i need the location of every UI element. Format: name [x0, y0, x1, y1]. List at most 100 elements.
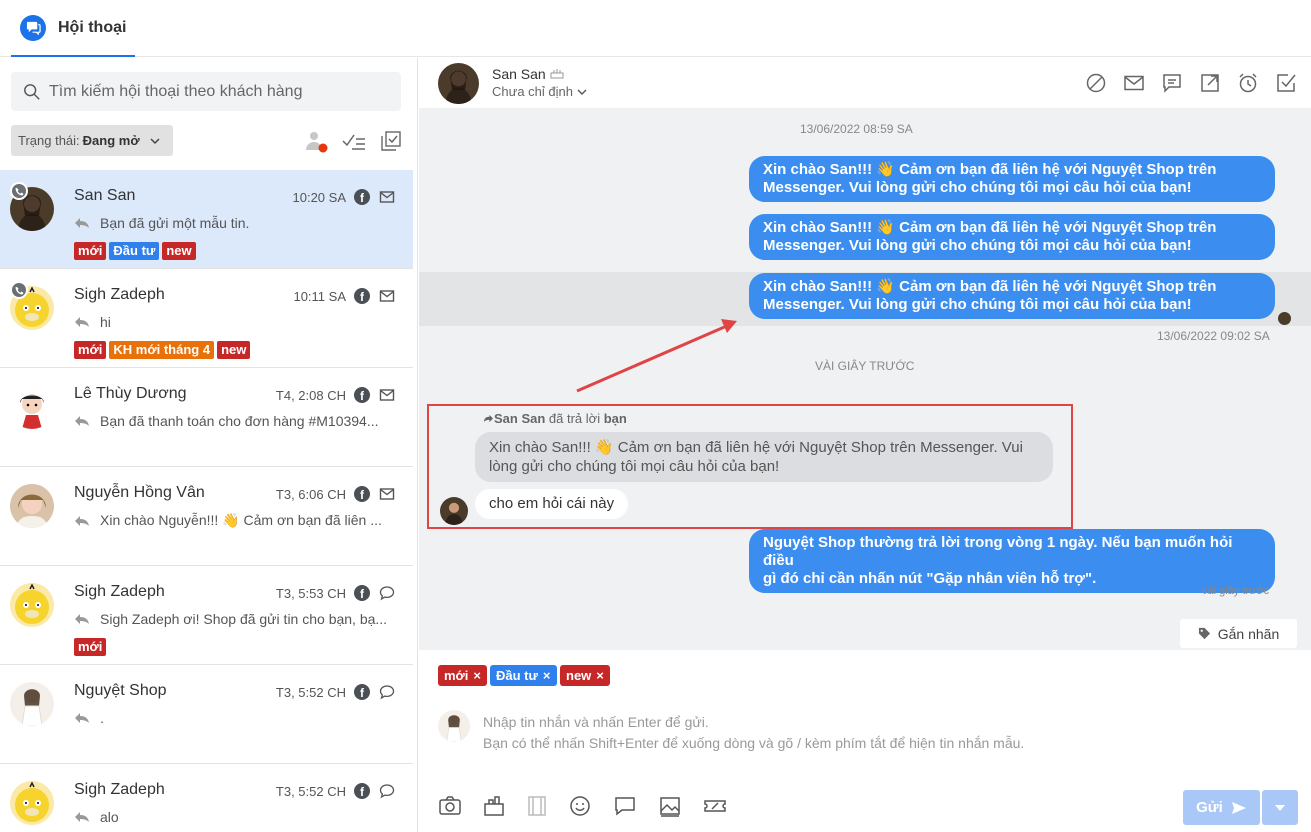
tab-conversations[interactable]: Hội thoại [11, 0, 135, 57]
remove-tag-icon[interactable]: × [543, 668, 551, 683]
conversation-item[interactable]: Nguyễn Hồng Vân T3, 6:06 CH f Xin chào N… [0, 467, 413, 566]
phone-icon [10, 182, 28, 200]
chat-bubble-icon[interactable] [613, 794, 637, 818]
chevron-down-icon [577, 89, 587, 95]
contact-name: Lê Thùy Dương [74, 385, 187, 402]
reply-icon [75, 812, 89, 822]
auto-reply-time: vài giây trước [1202, 585, 1270, 597]
avatar [10, 385, 54, 429]
facebook-icon: f [354, 387, 370, 403]
avatar [10, 583, 54, 627]
quoted-message: Xin chào San!!! 👋 Cảm ơn bạn đã liên hệ … [475, 432, 1053, 482]
status-filter[interactable]: Trạng thái: Đang mở [11, 125, 173, 156]
conversation-time: 10:20 SA [292, 190, 347, 205]
send-icon [1231, 801, 1246, 814]
message-input[interactable]: Nhập tin nhắn và nhấn Enter để gửi. Bạn c… [483, 712, 1024, 754]
comment-icon [379, 586, 395, 601]
contact-name: Sigh Zadeph [74, 781, 165, 798]
reply-highlight-box: San San đã trả lời bạn Xin chào San!!! 👋… [427, 404, 1073, 529]
chevron-down-icon [150, 137, 160, 144]
sent-message-replied: Xin chào San!!! 👋 Cảm ơn bạn đã liên hệ … [749, 273, 1275, 319]
remove-tag-icon[interactable]: × [473, 668, 481, 683]
search-input[interactable] [49, 82, 389, 101]
agent-avatar [438, 710, 470, 742]
select-all-icon[interactable] [378, 128, 404, 154]
reply-icon [75, 416, 89, 426]
facebook-icon: f [354, 585, 370, 601]
last-message: hi [74, 314, 394, 330]
mail-icon [379, 290, 395, 302]
remove-tag-icon[interactable]: × [596, 668, 604, 683]
last-message: . [74, 710, 394, 726]
send-button[interactable]: Gửi [1183, 790, 1260, 825]
comment-icon [379, 685, 395, 700]
contact-avatar[interactable] [438, 63, 479, 104]
assignee-dropdown[interactable]: Chưa chỉ định [492, 84, 587, 99]
tag-badge: KH mới tháng 4 [109, 341, 215, 359]
conversation-item[interactable]: Lê Thùy Dương T4, 2:08 CH f Bạn đã thanh… [0, 368, 413, 467]
birthday-cake-icon [550, 69, 564, 79]
product-icon[interactable] [482, 794, 506, 818]
note-icon[interactable] [1161, 72, 1183, 94]
emoji-icon[interactable] [568, 794, 592, 818]
message-list: 13/06/2022 08:59 SA Xin chào San!!! 👋 Cả… [419, 109, 1311, 650]
add-label-button[interactable]: Gắn nhãn [1180, 619, 1297, 648]
conversation-item[interactable]: Sigh Zadeph 10:11 SA f hi mới KH mới thá… [0, 269, 413, 368]
last-message: Xin chào Nguyễn!!! 👋 Cảm ơn bạn đã liên … [74, 512, 394, 529]
composer-tag[interactable]: mới × [438, 665, 488, 686]
last-message: Bạn đã thanh toán cho đơn hàng #M10394..… [74, 413, 394, 429]
contact-name: Sigh Zadeph [74, 286, 165, 303]
conversation-item[interactable]: San San 10:20 SA f Bạn đã gửi một mẫu ti… [0, 170, 413, 269]
coupon-icon[interactable] [703, 794, 727, 818]
search-box[interactable] [11, 72, 401, 111]
contact-name-header[interactable]: San San [492, 66, 564, 82]
reply-icon [75, 515, 89, 526]
reply-icon [75, 218, 89, 228]
conversation-time: 10:11 SA [293, 289, 346, 304]
conversation-time: T3, 5:52 CH [275, 784, 346, 799]
conversation-item[interactable]: Nguyệt Shop T3, 5:52 CH f . [0, 665, 413, 764]
conversation-item[interactable]: Sigh Zadeph T3, 5:53 CH f Sigh Zadeph ơi… [0, 566, 413, 665]
composer-tag[interactable]: new × [560, 665, 610, 686]
tag-badge: new [162, 242, 196, 260]
search-icon [24, 83, 40, 100]
block-icon[interactable] [1085, 72, 1107, 94]
avatar [10, 781, 54, 825]
sent-message: Xin chào San!!! 👋 Cảm ơn bạn đã liên hệ … [749, 156, 1275, 202]
conversation-time: T3, 5:53 CH [275, 586, 346, 601]
comment-icon [379, 784, 395, 799]
filter-prefix: Trạng thái: [18, 133, 80, 148]
open-external-icon[interactable] [1199, 72, 1221, 94]
checklist-icon[interactable] [341, 128, 367, 154]
caret-down-icon [1275, 804, 1285, 811]
tag-badge: mới [74, 242, 107, 260]
reply-icon [75, 614, 89, 624]
auto-reply-message: Nguyệt Shop thường trả lời trong vòng 1 … [749, 529, 1275, 593]
tag-list: mới KH mới tháng 4 new [74, 341, 251, 359]
last-message: alo [74, 809, 394, 825]
time-separator: VÀI GIÂY TRƯỚC [815, 359, 915, 373]
camera-icon[interactable] [438, 794, 462, 818]
conversation-time: T3, 6:06 CH [275, 487, 346, 502]
facebook-icon: f [354, 189, 370, 205]
contact-name: Nguyệt Shop [74, 682, 167, 699]
film-icon[interactable] [525, 794, 549, 818]
chat-header: San San Chưa chỉ định [419, 58, 1311, 109]
composer-tag[interactable]: Đầu tư × [490, 665, 557, 686]
check-done-icon[interactable] [1275, 72, 1297, 94]
alarm-icon[interactable] [1237, 72, 1259, 94]
image-icon[interactable] [658, 794, 682, 818]
facebook-icon: f [354, 486, 370, 502]
tag-badge: mới [74, 341, 107, 359]
send-options-button[interactable] [1262, 790, 1298, 825]
facebook-icon: f [354, 684, 370, 700]
contact-name: Nguyễn Hồng Vân [74, 484, 205, 501]
unassigned-user-icon[interactable] [303, 128, 329, 154]
facebook-icon: f [354, 783, 370, 799]
conversation-item[interactable]: Sigh Zadeph T3, 5:52 CH f alo [0, 764, 413, 832]
filter-value: Đang mở [82, 133, 140, 148]
mail-icon[interactable] [1123, 72, 1145, 94]
phone-icon [10, 281, 28, 299]
top-bar: Hội thoại [0, 0, 1311, 57]
seen-avatar [1278, 312, 1291, 325]
